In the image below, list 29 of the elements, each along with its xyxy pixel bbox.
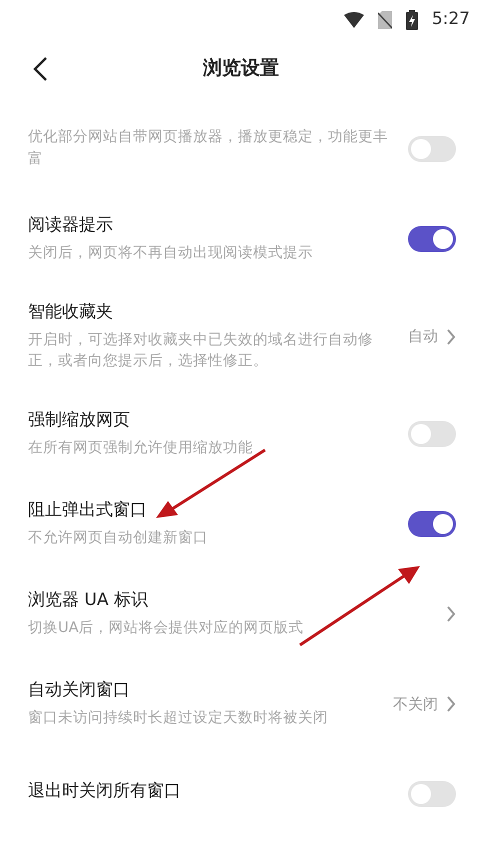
setting-title: 自动关闭窗口 bbox=[28, 679, 131, 702]
setting-description: 开启时，可选择对收藏夹中已失效的域名进行自动修正，或者向您提示后，选择性修正。 bbox=[28, 330, 374, 372]
wifi-icon bbox=[344, 12, 364, 28]
setting-description: 不允许网页自动创建新窗口 bbox=[28, 528, 209, 548]
setting-title: 强制缩放网页 bbox=[28, 409, 131, 432]
toggle-switch[interactable] bbox=[408, 781, 456, 807]
chevron-right-icon bbox=[446, 606, 456, 622]
toggle-switch[interactable] bbox=[408, 511, 456, 537]
chevron-right-icon bbox=[446, 696, 456, 712]
status-time: 5:27 bbox=[432, 8, 470, 32]
toggle-switch[interactable] bbox=[408, 226, 456, 252]
setting-title: 浏览器 UA 标识 bbox=[28, 589, 149, 612]
setting-description: 窗口未访问持续时长超过设定天数时将被关闭 bbox=[28, 708, 329, 728]
setting-description: 优化部分网站自带网页播放器，播放更稳定，功能更丰富 bbox=[28, 128, 389, 169]
toggle-switch[interactable] bbox=[408, 421, 456, 447]
setting-value[interactable]: 自动 bbox=[408, 325, 438, 348]
setting-title: 智能收藏夹 bbox=[28, 301, 114, 324]
setting-description: 切换UA后，网站将会提供对应的网页版式 bbox=[28, 618, 305, 638]
setting-title: 退出时关闭所有窗口 bbox=[28, 780, 182, 804]
toggle-switch[interactable] bbox=[408, 136, 456, 162]
setting-description: 在所有网页强制允许使用缩放功能 bbox=[28, 438, 254, 458]
chevron-right-icon bbox=[446, 328, 456, 344]
setting-title: 阅读器提示 bbox=[28, 214, 114, 238]
setting-title: 阻止弹出式窗口 bbox=[28, 499, 148, 522]
no-sim-icon bbox=[378, 11, 392, 29]
battery-charging-icon bbox=[406, 10, 418, 30]
page-title: 浏览设置 bbox=[203, 56, 279, 81]
setting-description: 关闭后，网页将不再自动出现阅读模式提示 bbox=[28, 244, 314, 263]
setting-value[interactable]: 不关闭 bbox=[393, 692, 438, 716]
